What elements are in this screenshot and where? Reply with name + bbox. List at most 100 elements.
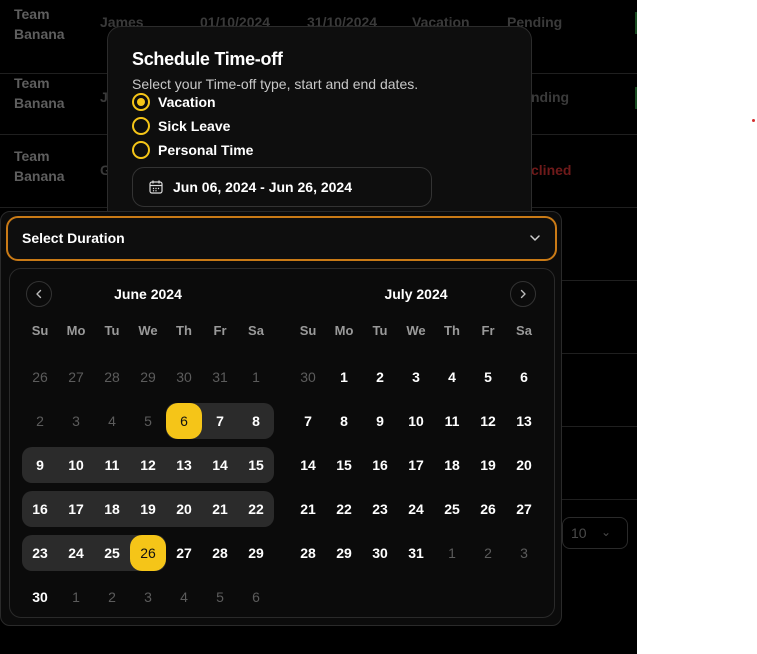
weekday-label: Th <box>444 323 460 338</box>
calendar-day[interactable]: 12 <box>130 447 166 483</box>
calendar-day-outside[interactable]: 1 <box>58 579 94 615</box>
calendar-day-outside[interactable]: 2 <box>94 579 130 615</box>
calendar-day[interactable]: 15 <box>326 447 362 483</box>
weekday-label: Tu <box>104 323 120 338</box>
calendar-day[interactable]: 16 <box>22 491 58 527</box>
calendar-day-outside[interactable]: 5 <box>130 403 166 439</box>
calendar-day-outside[interactable]: 2 <box>470 535 506 571</box>
calendar-day-outside[interactable]: 6 <box>238 579 274 615</box>
calendar-day-outside[interactable]: 27 <box>58 359 94 395</box>
duration-select[interactable]: Select Duration <box>6 216 557 261</box>
radio-selected-icon[interactable] <box>132 93 150 111</box>
calendar-day-outside[interactable]: 3 <box>506 535 542 571</box>
calendar-day[interactable]: 12 <box>470 403 506 439</box>
calendar-day[interactable]: 27 <box>166 535 202 571</box>
calendar-day[interactable]: 27 <box>506 491 542 527</box>
calendar-day[interactable]: 25 <box>94 535 130 571</box>
calendar-day-selected[interactable]: 26 <box>130 535 166 571</box>
calendar-day[interactable]: 6 <box>506 359 542 395</box>
calendar-day[interactable]: 29 <box>326 535 362 571</box>
weekday-label: Sa <box>516 323 532 338</box>
calendar-day[interactable]: 23 <box>22 535 58 571</box>
calendar-day[interactable]: 8 <box>238 403 274 439</box>
calendar-day[interactable]: 20 <box>506 447 542 483</box>
duration-select-label: Select Duration <box>22 230 125 246</box>
calendar-day[interactable]: 14 <box>290 447 326 483</box>
calendar-day[interactable]: 7 <box>202 403 238 439</box>
radio-sick-leave[interactable]: Sick Leave <box>132 116 230 136</box>
calendar-day-outside[interactable]: 2 <box>22 403 58 439</box>
status-dot <box>752 119 755 122</box>
calendar-day[interactable]: 24 <box>398 491 434 527</box>
dialog-title: Schedule Time-off <box>132 49 283 69</box>
calendar-day-outside[interactable]: 5 <box>202 579 238 615</box>
calendar-day[interactable]: 23 <box>362 491 398 527</box>
calendar-day[interactable]: 25 <box>434 491 470 527</box>
calendar-day[interactable]: 15 <box>238 447 274 483</box>
date-range-button[interactable]: Jun 06, 2024 - Jun 26, 2024 <box>132 167 432 207</box>
calendar-day[interactable]: 8 <box>326 403 362 439</box>
calendar-day[interactable]: 21 <box>290 491 326 527</box>
calendar-day[interactable]: 9 <box>362 403 398 439</box>
team-cell: Team Banana <box>14 6 65 42</box>
calendar-day[interactable]: 17 <box>58 491 94 527</box>
calendar-day[interactable]: 19 <box>130 491 166 527</box>
radio-unselected-icon[interactable] <box>132 141 150 159</box>
calendar-day[interactable]: 7 <box>290 403 326 439</box>
calendar-day[interactable]: 13 <box>166 447 202 483</box>
calendar-day[interactable]: 31 <box>398 535 434 571</box>
action-chip[interactable] <box>635 87 637 109</box>
calendar-day[interactable]: 18 <box>94 491 130 527</box>
calendar-day[interactable]: 2 <box>362 359 398 395</box>
calendar-day-outside[interactable]: 1 <box>434 535 470 571</box>
calendar-day-outside[interactable]: 1 <box>238 359 274 395</box>
calendar-day[interactable]: 10 <box>58 447 94 483</box>
action-chip[interactable] <box>635 12 637 34</box>
calendar-day[interactable]: 13 <box>506 403 542 439</box>
calendar-day-outside[interactable]: 31 <box>202 359 238 395</box>
radio-personal-time[interactable]: Personal Time <box>132 140 253 160</box>
calendar-day-outside[interactable]: 4 <box>166 579 202 615</box>
calendar-day[interactable]: 10 <box>398 403 434 439</box>
page-size-select[interactable]: 10 ⌄ <box>562 517 628 549</box>
calendar-day[interactable]: 11 <box>94 447 130 483</box>
radio-vacation[interactable]: Vacation <box>132 92 216 112</box>
calendar-day-outside[interactable]: 3 <box>58 403 94 439</box>
calendar-day[interactable]: 18 <box>434 447 470 483</box>
dialog-subtitle: Select your Time-off type, start and end… <box>132 76 419 92</box>
calendar-day[interactable]: 4 <box>434 359 470 395</box>
calendar-day[interactable]: 16 <box>362 447 398 483</box>
calendar-day[interactable]: 14 <box>202 447 238 483</box>
calendar-day[interactable]: 24 <box>58 535 94 571</box>
radio-label: Personal Time <box>158 142 254 158</box>
calendar-day-outside[interactable]: 30 <box>166 359 202 395</box>
calendar-day[interactable]: 5 <box>470 359 506 395</box>
calendar-day[interactable]: 19 <box>470 447 506 483</box>
status-badge: clined <box>531 162 572 178</box>
calendar-day[interactable]: 29 <box>238 535 274 571</box>
calendar-day-outside[interactable]: 30 <box>290 359 326 395</box>
calendar-day[interactable]: 22 <box>326 491 362 527</box>
calendar-day[interactable]: 28 <box>202 535 238 571</box>
calendar-day[interactable]: 21 <box>202 491 238 527</box>
calendar-day[interactable]: 3 <box>398 359 434 395</box>
calendar-day-outside[interactable]: 29 <box>130 359 166 395</box>
calendar-day-selected[interactable]: 6 <box>166 403 202 439</box>
radio-unselected-icon[interactable] <box>132 117 150 135</box>
calendar-day[interactable]: 17 <box>398 447 434 483</box>
calendar-day-outside[interactable]: 26 <box>22 359 58 395</box>
calendar-day[interactable]: 28 <box>290 535 326 571</box>
status-badge: nding <box>531 89 570 105</box>
calendar-day[interactable]: 20 <box>166 491 202 527</box>
calendar-day[interactable]: 26 <box>470 491 506 527</box>
calendar-day[interactable]: 30 <box>362 535 398 571</box>
calendar-day[interactable]: 22 <box>238 491 274 527</box>
calendar-day[interactable]: 9 <box>22 447 58 483</box>
calendar-day[interactable]: 11 <box>434 403 470 439</box>
calendar-day[interactable]: 1 <box>326 359 362 395</box>
calendar-day-outside[interactable]: 4 <box>94 403 130 439</box>
month-title-june: June 2024 <box>114 286 182 302</box>
calendar-day[interactable]: 30 <box>22 579 58 615</box>
calendar-day-outside[interactable]: 3 <box>130 579 166 615</box>
calendar-day-outside[interactable]: 28 <box>94 359 130 395</box>
